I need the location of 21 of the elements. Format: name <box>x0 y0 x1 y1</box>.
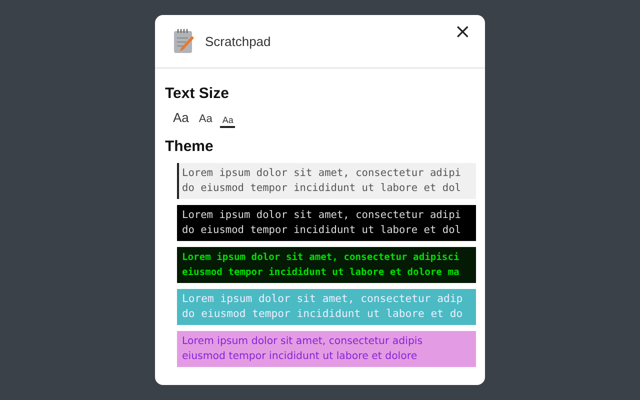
sample-text: Lorem ipsum dolor sit amet, consectetur adipisci <box>182 251 460 265</box>
sample-text: Lorem ipsum dolor sit amet, consectetur adipis <box>182 335 424 349</box>
theme-preview[interactable]: Lorem ipsum dolor sit amet, consectetur adipisci eiusmod tempor incididunt ut labore et dolore ma <box>177 247 476 283</box>
sample-text: eiusmod tempor incididunt ut labore et dolore <box>182 350 418 364</box>
sample-text: do eiusmod tempor incididunt ut labore et dol <box>182 181 462 196</box>
close-button[interactable]: × <box>450 21 475 41</box>
text-size-option[interactable]: Aa <box>220 115 236 128</box>
theme-preview[interactable]: Lorem ipsum dolor sit amet, consectetur adipi do eiusmod tempor incididunt ut labore et dol <box>177 205 476 241</box>
sample-text: Lorem ipsum dolor sit amet, consectetur adipi <box>182 166 462 181</box>
dialog-title: Scratchpad <box>205 34 271 48</box>
section-heading: Text Size <box>165 85 230 102</box>
text-size-option[interactable]: Aa <box>171 110 191 128</box>
notepad-pencil-icon <box>173 28 195 54</box>
text-size-option[interactable]: Aa <box>196 113 214 128</box>
sample-text: Lorem ipsum dolor sit amet, consectetur adip <box>182 292 464 307</box>
section-heading: Theme <box>165 138 214 155</box>
sample-text: eiusmod tempor incididunt ut labore et dolore ma <box>182 266 460 280</box>
theme-preview[interactable]: Lorem ipsum dolor sit amet, consectetur adipi do eiusmod tempor incididunt ut labore et dol <box>177 163 476 199</box>
sample-text: do eiusmod tempor incididunt ut labore et do <box>182 307 464 322</box>
sample-text: do eiusmod tempor incididunt ut labore et dol <box>182 223 462 238</box>
sample-text: Lorem ipsum dolor sit amet, consectetur adipi <box>182 208 462 223</box>
